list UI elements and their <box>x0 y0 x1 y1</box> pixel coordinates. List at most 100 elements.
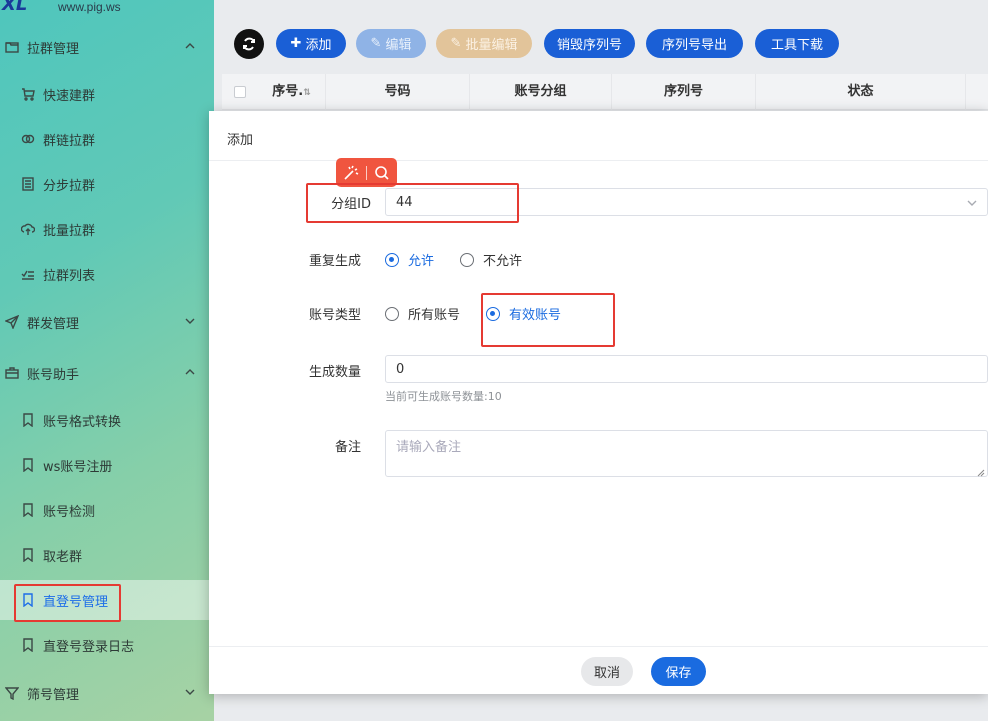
dialog-header: 添加 <box>209 111 988 161</box>
logo: XL www.pig.ws <box>0 0 214 18</box>
account-type-label: 账号类型 <box>308 308 361 323</box>
plus-icon: ✚ <box>290 36 302 51</box>
bookmark-icon <box>20 547 36 563</box>
sidebar-item-account-format[interactable]: 账号格式转换 <box>0 400 214 440</box>
sidebar-group-account-helper[interactable]: 账号助手 <box>0 353 214 393</box>
count-value: 0 <box>396 361 405 377</box>
toolbar: ✚ 添加 ✎ 编辑 ✎ 批量编辑 销毁序列号 序列号导出 工具下载 <box>214 0 988 70</box>
radio-dot <box>460 252 474 267</box>
batch-edit-button[interactable]: ✎ 批量编辑 <box>436 29 532 58</box>
add-button-label: 添加 <box>305 38 332 53</box>
count-label: 生成数量 <box>308 365 361 380</box>
chevron-down-icon <box>184 315 196 327</box>
sidebar-group-filter[interactable]: 筛号管理 <box>0 673 214 713</box>
chevron-down-icon <box>184 686 196 698</box>
count-input[interactable]: 0 <box>385 355 988 383</box>
remark-textarea[interactable]: 请输入备注 <box>385 430 988 477</box>
chevron-down-icon <box>967 197 977 207</box>
column-header-index[interactable]: 序号.⇅ <box>258 74 326 110</box>
pencil-icon: ✎ <box>450 36 462 51</box>
annotation-box-valid-account <box>481 293 615 347</box>
sidebar-item-group-list[interactable]: 拉群列表 <box>0 254 214 294</box>
sidebar-item-batch-group[interactable]: 批量拉群 <box>0 209 214 249</box>
sidebar-item-label: 分步拉群 <box>43 178 96 194</box>
cancel-button[interactable]: 取消 <box>581 657 633 686</box>
sidebar-item-ws-register[interactable]: ws账号注册 <box>0 445 214 485</box>
column-label: 序号. <box>272 84 304 99</box>
sidebar-item-step-group[interactable]: 分步拉群 <box>0 164 214 204</box>
destroy-serial-button[interactable]: 销毁序列号 <box>544 29 635 58</box>
repeat-allow-radio[interactable]: 允许 <box>385 250 434 269</box>
column-header-status: 状态 <box>756 74 966 110</box>
sidebar-item-label: 群链拉群 <box>43 133 96 149</box>
export-serial-button[interactable]: 序列号导出 <box>646 29 743 58</box>
sidebar-group-broadcast[interactable]: 群发管理 <box>0 302 214 342</box>
radio-label: 所有账号 <box>408 308 461 323</box>
radio-label: 允许 <box>408 254 435 269</box>
sidebar-group-group-pull[interactable]: 拉群管理 <box>0 27 214 67</box>
bookmark-icon <box>20 637 36 653</box>
dialog-title: 添加 <box>227 133 254 148</box>
send-icon <box>4 314 20 330</box>
sidebar-item-label: 账号检测 <box>43 504 96 520</box>
sidebar-item-link-group[interactable]: 群链拉群 <box>0 119 214 159</box>
save-button[interactable]: 保存 <box>651 657 706 686</box>
remark-label: 备注 <box>334 440 361 455</box>
annotation-box-direct-login <box>14 584 121 622</box>
bookmark-icon <box>20 502 36 518</box>
resize-handle-icon[interactable] <box>977 466 985 477</box>
column-header-group: 账号分组 <box>470 74 612 110</box>
dialog-footer: 取消 保存 <box>209 646 988 694</box>
checklist-icon <box>20 266 36 282</box>
sidebar-item-label: 拉群列表 <box>43 268 96 284</box>
refresh-icon <box>243 37 255 51</box>
logo-text: www.pig.ws <box>58 0 121 14</box>
edit-button-label: 编辑 <box>385 38 412 53</box>
sidebar-group-label: 拉群管理 <box>27 41 80 57</box>
logo-mark: XL <box>2 0 28 15</box>
batch-edit-button-label: 批量编辑 <box>465 38 518 53</box>
sidebar-item-direct-login-log[interactable]: 直登号登录日志 <box>0 625 214 665</box>
radio-dot <box>385 306 399 321</box>
folder-icon <box>4 39 20 55</box>
sidebar-item-label: 批量拉群 <box>43 223 96 239</box>
column-header-number: 号码 <box>326 74 470 110</box>
sort-icon: ⇅ <box>303 88 311 98</box>
sidebar-item-label: ws账号注册 <box>43 459 113 475</box>
magic-wand-icon[interactable] <box>343 165 359 181</box>
sidebar-item-old-group[interactable]: 取老群 <box>0 535 214 575</box>
repeat-deny-radio[interactable]: 不允许 <box>460 250 522 269</box>
sidebar-group-label: 账号助手 <box>27 367 80 383</box>
column-header-serial: 序列号 <box>612 74 756 110</box>
add-button[interactable]: ✚ 添加 <box>276 29 346 58</box>
bookmark-icon <box>20 457 36 473</box>
chevron-up-icon <box>184 366 196 378</box>
link-icon <box>20 131 36 147</box>
radio-dot <box>385 252 399 267</box>
search-icon[interactable] <box>374 165 390 181</box>
sidebar-item-label: 直登号登录日志 <box>43 639 135 655</box>
sidebar-item-label: 账号格式转换 <box>43 414 122 430</box>
chevron-up-icon <box>184 40 196 52</box>
sidebar-group-label: 筛号管理 <box>27 687 80 703</box>
briefcase-icon <box>4 365 20 381</box>
sidebar-item-account-check[interactable]: 账号检测 <box>0 490 214 530</box>
refresh-button[interactable] <box>234 29 264 59</box>
account-type-all-radio[interactable]: 所有账号 <box>385 304 460 323</box>
list-icon <box>20 176 36 192</box>
sidebar-item-quick-group[interactable]: 快速建群 <box>0 74 214 114</box>
table-header: 序号.⇅ 号码 账号分组 序列号 状态 <box>222 74 988 110</box>
divider <box>365 165 367 180</box>
repeat-label: 重复生成 <box>308 254 361 269</box>
radio-label: 不允许 <box>483 254 523 269</box>
tool-download-button[interactable]: 工具下载 <box>755 29 839 58</box>
count-hint: 当前可生成账号数量:10 <box>385 390 502 403</box>
bookmark-icon <box>20 412 36 428</box>
cloud-upload-icon <box>20 221 36 237</box>
select-all-checkbox[interactable] <box>234 86 246 98</box>
annotation-box-group-id <box>306 183 519 223</box>
edit-button[interactable]: ✎ 编辑 <box>356 29 426 58</box>
sidebar-item-label: 快速建群 <box>43 88 96 104</box>
pencil-icon: ✎ <box>370 36 382 51</box>
sidebar-item-label: 取老群 <box>43 549 83 565</box>
